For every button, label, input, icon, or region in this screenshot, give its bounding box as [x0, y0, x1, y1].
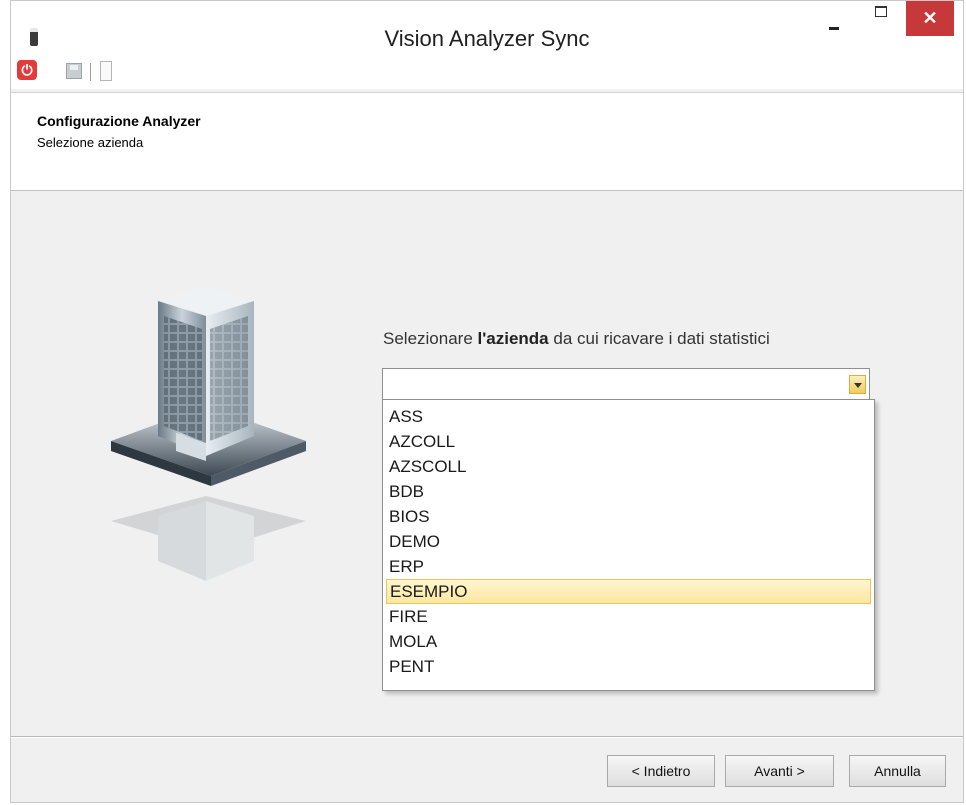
building-icon	[111, 286, 306, 581]
page-subtitle: Selezione azienda	[37, 135, 144, 150]
maximize-button[interactable]	[859, 1, 904, 36]
cancel-button[interactable]: Annulla	[849, 755, 946, 787]
save-icon[interactable]	[66, 63, 82, 79]
list-item[interactable]: BIOS	[386, 504, 871, 529]
list-item[interactable]: FIRE	[386, 604, 871, 629]
prompt-text-end: da cui ricavare i dati statistici	[548, 329, 770, 348]
toolbar	[11, 53, 963, 89]
app-window: Vision Analyzer Sync ✕ ⏻ Configurazione …	[10, 0, 964, 803]
list-item[interactable]: BDB	[386, 479, 871, 504]
close-button[interactable]: ✕	[906, 1, 954, 36]
toolbar-separator	[90, 63, 91, 81]
list-item[interactable]: ASS	[386, 404, 871, 429]
list-item[interactable]: AZCOLL	[386, 429, 871, 454]
prompt-text: Selezionare	[383, 329, 478, 348]
prompt-quote: l'	[477, 329, 487, 348]
list-item[interactable]: PENT	[386, 654, 871, 679]
company-dropdown-list[interactable]: ASS AZCOLL AZSCOLL BDB BIOS DEMO ERP ESE…	[382, 399, 875, 691]
power-icon[interactable]: ⏻	[17, 60, 37, 80]
back-button[interactable]: < Indietro	[607, 755, 715, 787]
footer-divider-highlight	[11, 737, 963, 738]
company-combobox[interactable]	[382, 368, 870, 400]
document-icon[interactable]	[100, 61, 112, 81]
list-item-highlighted[interactable]: ESEMPIO	[386, 579, 871, 604]
list-item[interactable]: ERP	[386, 554, 871, 579]
close-icon: ✕	[922, 8, 938, 28]
title-bar: Vision Analyzer Sync ✕	[11, 1, 963, 53]
page-title: Configurazione Analyzer	[37, 113, 201, 129]
list-item[interactable]: DEMO	[386, 529, 871, 554]
company-prompt: Selezionare l'azienda da cui ricavare i …	[383, 329, 770, 349]
chevron-down-icon[interactable]	[849, 375, 866, 394]
minimize-button[interactable]	[811, 1, 856, 36]
next-button[interactable]: Avanti >	[725, 755, 834, 787]
list-item[interactable]: MOLA	[386, 629, 871, 654]
list-item[interactable]: AZSCOLL	[386, 454, 871, 479]
prompt-emphasis: azienda	[486, 329, 549, 348]
wizard-header: Configurazione Analyzer Selezione aziend…	[11, 92, 963, 191]
